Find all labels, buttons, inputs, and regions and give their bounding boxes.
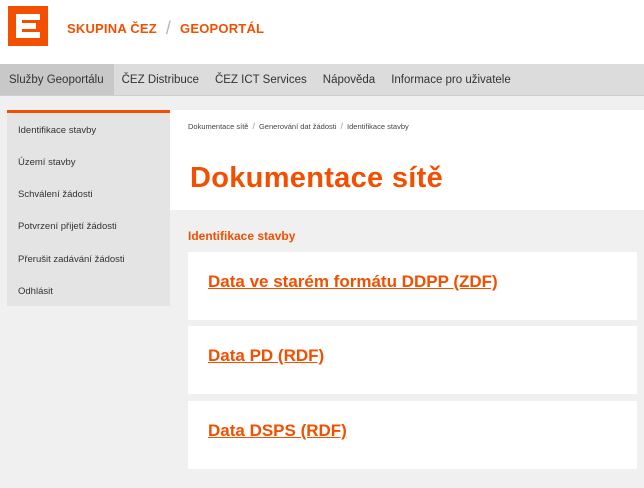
breadcrumb: Dokumentace sítě / Generování dat žádost… — [188, 121, 409, 131]
header: SKUPINA ČEZ / GEOPORTÁL — [0, 0, 644, 64]
page-title: Dokumentace sítě — [190, 162, 443, 194]
link-data-dsps-rdf[interactable]: Data DSPS (RDF) — [208, 421, 347, 441]
sidebar-item-odhlasit[interactable]: Odhlásit — [18, 286, 53, 297]
nav-sluzby-geoportalu[interactable]: Služby Geoportálu — [0, 64, 114, 95]
card-dsps-rdf: Data DSPS (RDF) — [188, 401, 637, 469]
breadcrumb-generovani-dat-zadosti[interactable]: Generování dat žádosti — [259, 122, 337, 131]
breadcrumb-separator: / — [340, 121, 344, 131]
link-data-pd-rdf[interactable]: Data PD (RDF) — [208, 346, 324, 366]
breadcrumb-dokumentace-site[interactable]: Dokumentace sítě — [188, 122, 248, 131]
nav-cez-distribuce[interactable]: ČEZ Distribuce — [114, 64, 207, 95]
cez-logo-icon[interactable] — [8, 6, 48, 46]
brand-separator: / — [165, 17, 172, 38]
nav-informace-pro-uzivatele[interactable]: Informace pro uživatele — [383, 64, 519, 95]
sidebar-item-uzemi-stavby[interactable]: Území stavby — [18, 157, 76, 168]
sidebar-item-potvrzeni-prijeti-zadosti[interactable]: Potvrzení přijetí žádosti — [18, 221, 117, 232]
sidebar-item-schvaleni-zadosti[interactable]: Schválení žádosti — [18, 189, 92, 200]
top-nav: Služby Geoportálu ČEZ Distribuce ČEZ ICT… — [0, 64, 644, 96]
card-pd-rdf: Data PD (RDF) — [188, 326, 637, 394]
sidebar: Identifikace stavby Území stavby Schvále… — [7, 110, 170, 306]
brand-geoportal: GEOPORTÁL — [180, 20, 265, 36]
card-ddpp-zdf: Data ve starém formátu DDPP (ZDF) — [188, 252, 637, 320]
link-data-ddpp-zdf[interactable]: Data ve starém formátu DDPP (ZDF) — [208, 272, 498, 292]
main-header: Dokumentace sítě / Generování dat žádost… — [170, 110, 644, 210]
section-label: Identifikace stavby — [188, 229, 296, 243]
brand-skupina-cez: SKUPINA ČEZ — [67, 20, 157, 36]
sidebar-item-identifikace-stavby[interactable]: Identifikace stavby — [18, 125, 96, 136]
breadcrumb-identifikace-stavby: Identifikace stavby — [347, 121, 409, 131]
nav-napoveda[interactable]: Nápověda — [315, 64, 383, 95]
nav-cez-ict-services[interactable]: ČEZ ICT Services — [207, 64, 315, 95]
brand[interactable]: SKUPINA ČEZ / GEOPORTÁL — [67, 17, 265, 38]
sidebar-item-prerusit-zadavani-zadosti[interactable]: Přerušit zadávání žádosti — [18, 254, 125, 265]
breadcrumb-separator: / — [252, 121, 255, 131]
